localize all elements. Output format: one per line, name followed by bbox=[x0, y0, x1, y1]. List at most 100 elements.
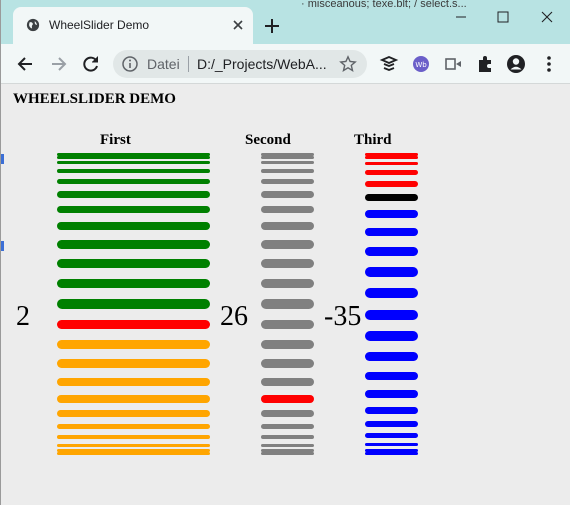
wheel-slider-first[interactable] bbox=[57, 152, 210, 456]
extension-reader-icon[interactable] bbox=[379, 54, 399, 74]
wheel-bar[interactable] bbox=[261, 205, 314, 214]
slider-third-label: Third bbox=[354, 132, 392, 148]
wheel-bar[interactable] bbox=[261, 168, 314, 174]
wheel-bar-selected[interactable] bbox=[261, 394, 314, 403]
wheel-bar[interactable] bbox=[261, 299, 314, 309]
wheel-bar[interactable] bbox=[365, 433, 418, 439]
wheel-bar[interactable] bbox=[365, 452, 418, 456]
wheel-bar[interactable] bbox=[57, 191, 210, 198]
forward-arrow-icon[interactable] bbox=[49, 54, 69, 74]
globe-icon bbox=[26, 18, 40, 32]
wheel-bar[interactable] bbox=[261, 339, 314, 350]
wheel-bar[interactable] bbox=[57, 443, 210, 447]
wheel-bar[interactable] bbox=[57, 410, 210, 417]
wheel-bar[interactable] bbox=[261, 178, 314, 185]
wheel-bar[interactable] bbox=[261, 161, 314, 165]
slider-third-value: -35 bbox=[324, 301, 362, 332]
wheel-bar[interactable] bbox=[261, 443, 314, 447]
wheel-bar[interactable] bbox=[261, 359, 314, 369]
wheel-bar[interactable] bbox=[261, 377, 314, 387]
left-edge-marker bbox=[1, 154, 4, 164]
wheel-bar[interactable] bbox=[261, 452, 314, 456]
wheel-bar[interactable] bbox=[57, 258, 210, 269]
wheel-bar[interactable] bbox=[57, 394, 210, 403]
wheel-bar[interactable] bbox=[365, 288, 418, 299]
extension-web-icon[interactable]: Wb bbox=[411, 54, 431, 74]
wheel-bar[interactable] bbox=[261, 434, 314, 440]
wheel-bar[interactable] bbox=[57, 299, 210, 309]
wheel-bar[interactable] bbox=[57, 423, 210, 430]
wheel-bar[interactable] bbox=[365, 406, 418, 414]
wheel-bar[interactable] bbox=[261, 278, 314, 289]
wheel-bar[interactable] bbox=[365, 371, 418, 381]
close-tab-icon[interactable] bbox=[230, 17, 246, 33]
tab-title: WheelSlider Demo bbox=[49, 18, 150, 32]
bookmark-star-icon[interactable] bbox=[339, 55, 357, 73]
wheel-bar[interactable] bbox=[261, 258, 314, 269]
wheel-bar[interactable] bbox=[57, 278, 210, 289]
wheel-slider-second[interactable] bbox=[261, 152, 314, 456]
extension-cast-icon[interactable] bbox=[443, 54, 463, 74]
wheel-bar[interactable] bbox=[365, 267, 418, 277]
wheel-bar[interactable] bbox=[57, 205, 210, 214]
slider-first-label: First bbox=[100, 132, 131, 148]
wheel-bar[interactable] bbox=[261, 155, 314, 159]
title-bar: · misceanous; texe.blt; / select.s... Wh… bbox=[1, 0, 570, 44]
wheel-bar[interactable] bbox=[261, 319, 314, 330]
address-divider bbox=[188, 56, 189, 72]
wheel-bar[interactable] bbox=[57, 339, 210, 350]
wheel-bar[interactable] bbox=[57, 434, 210, 440]
wheel-bar[interactable] bbox=[365, 161, 418, 166]
browser-toolbar: Datei D:/_Projects/WebA... Wb bbox=[1, 44, 570, 84]
address-url[interactable]: D:/_Projects/WebA... bbox=[197, 56, 327, 72]
wheel-bar[interactable] bbox=[261, 239, 314, 249]
wheel-bar[interactable] bbox=[365, 421, 418, 428]
wheel-bar[interactable] bbox=[365, 227, 418, 237]
wheel-bar[interactable] bbox=[365, 170, 418, 175]
wheel-bar[interactable] bbox=[261, 191, 314, 198]
reload-icon[interactable] bbox=[81, 54, 101, 74]
menu-kebab-icon[interactable] bbox=[539, 54, 559, 74]
new-tab-icon[interactable] bbox=[263, 17, 281, 35]
wheel-bar[interactable] bbox=[365, 246, 418, 257]
close-window-icon[interactable] bbox=[533, 6, 561, 28]
back-arrow-icon[interactable] bbox=[15, 54, 35, 74]
minimize-icon[interactable] bbox=[447, 6, 475, 28]
page-title: WHEELSLIDER DEMO bbox=[13, 91, 176, 107]
address-bar[interactable]: Datei D:/_Projects/WebA... bbox=[113, 50, 367, 78]
address-scheme: Datei bbox=[147, 56, 180, 72]
wheel-bar[interactable] bbox=[365, 309, 418, 320]
wheel-bar[interactable] bbox=[57, 221, 210, 231]
slider-second-value: 26 bbox=[220, 301, 248, 332]
maximize-icon[interactable] bbox=[489, 6, 517, 28]
extensions-puzzle-icon[interactable] bbox=[475, 54, 495, 74]
wheel-bar-selected[interactable] bbox=[57, 319, 210, 330]
wheel-bar[interactable] bbox=[57, 377, 210, 387]
wheel-bar[interactable] bbox=[365, 180, 418, 187]
wheel-bar[interactable] bbox=[365, 442, 418, 447]
wheel-bar[interactable] bbox=[57, 161, 210, 165]
background-window-text: · misceanous; texe.blt; / select.s... bbox=[301, 0, 467, 10]
wheel-bar[interactable] bbox=[365, 351, 418, 362]
wheel-bar[interactable] bbox=[261, 410, 314, 417]
wheel-bar[interactable] bbox=[365, 331, 418, 341]
wheel-bar[interactable] bbox=[261, 423, 314, 430]
browser-window: · misceanous; texe.blt; / select.s... Wh… bbox=[0, 0, 570, 505]
page-content: WHEELSLIDER DEMO First Second Third 2 26… bbox=[1, 84, 570, 505]
wheel-bar[interactable] bbox=[365, 210, 418, 219]
wheel-slider-third[interactable] bbox=[365, 152, 418, 456]
slider-first-value: 2 bbox=[16, 301, 30, 332]
wheel-bar[interactable] bbox=[57, 452, 210, 456]
wheel-bar[interactable] bbox=[57, 178, 210, 185]
profile-avatar-icon[interactable] bbox=[506, 54, 526, 74]
wheel-bar[interactable] bbox=[57, 155, 210, 159]
browser-tab[interactable]: WheelSlider Demo bbox=[13, 7, 253, 44]
wheel-bar-selected[interactable] bbox=[365, 194, 418, 202]
info-icon[interactable] bbox=[122, 56, 138, 72]
wheel-bar[interactable] bbox=[57, 239, 210, 249]
wheel-bar[interactable] bbox=[365, 155, 418, 159]
wheel-bar[interactable] bbox=[261, 221, 314, 231]
wheel-bar[interactable] bbox=[57, 359, 210, 369]
wheel-bar[interactable] bbox=[365, 389, 418, 398]
wheel-bar[interactable] bbox=[57, 168, 210, 174]
